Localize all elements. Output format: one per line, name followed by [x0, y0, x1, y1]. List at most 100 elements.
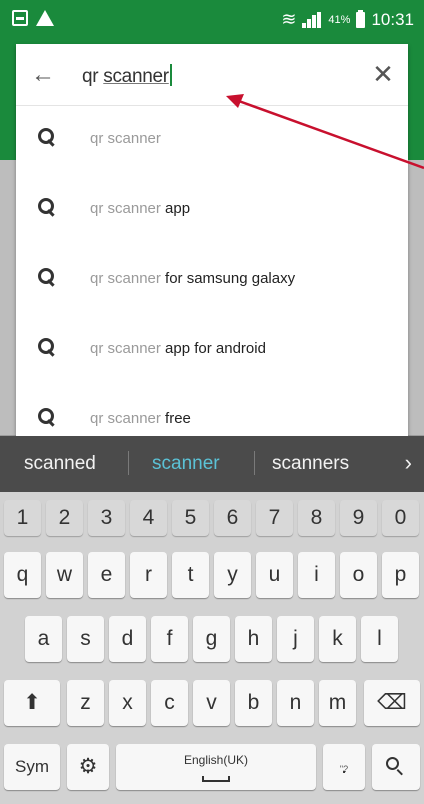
search-input[interactable]: qr scanner — [82, 64, 172, 88]
key-n[interactable]: n — [277, 680, 314, 726]
back-arrow-icon[interactable]: ← — [28, 60, 58, 90]
key-8-label: 8 — [310, 506, 323, 529]
key-e-label: e — [100, 563, 113, 586]
key-0[interactable]: 0 — [382, 500, 419, 536]
suggestion-item[interactable]: qr scanner for samsung galaxy — [16, 246, 408, 316]
key-p-label: p — [394, 563, 407, 586]
sym-key[interactable]: Sym — [4, 744, 60, 790]
key-r-label: r — [145, 563, 152, 586]
key-k[interactable]: k — [319, 616, 356, 662]
search-icon — [38, 198, 56, 216]
space-bar[interactable]: English(UK) — [116, 744, 316, 790]
key-a-label: a — [37, 627, 50, 650]
key-7-label: 7 — [268, 506, 281, 529]
search-icon — [38, 338, 56, 356]
key-e[interactable]: e — [88, 552, 125, 598]
key-i[interactable]: i — [298, 552, 335, 598]
key-r[interactable]: r — [130, 552, 167, 598]
search-icon — [386, 757, 404, 776]
key-o-label: o — [352, 563, 365, 586]
key-1-label: 1 — [16, 506, 29, 529]
backspace-key[interactable]: ⌫ — [364, 680, 420, 726]
search-key[interactable] — [372, 744, 420, 790]
key-5[interactable]: 5 — [172, 500, 209, 536]
search-icon — [38, 128, 56, 146]
key-n-label: n — [289, 691, 302, 714]
key-s[interactable]: s — [67, 616, 104, 662]
key-u[interactable]: u — [256, 552, 293, 598]
warning-icon — [36, 10, 54, 26]
search-bar: ← qr scanner ✕ — [16, 44, 408, 106]
settings-key[interactable]: ⚙ ··· — [67, 744, 109, 790]
key-k-label: k — [332, 627, 343, 650]
key-w[interactable]: w — [46, 552, 83, 598]
key-z[interactable]: z — [67, 680, 104, 726]
clear-icon[interactable]: ✕ — [368, 59, 398, 89]
key-h-label: h — [247, 627, 260, 650]
divider — [254, 451, 255, 475]
key-3[interactable]: 3 — [88, 500, 125, 536]
key-a[interactable]: a — [25, 616, 62, 662]
key-x[interactable]: x — [109, 680, 146, 726]
suggestion-prefix: qr scanner — [90, 130, 161, 147]
key-b[interactable]: b — [235, 680, 272, 726]
key-8[interactable]: 8 — [298, 500, 335, 536]
key-d-label: d — [121, 627, 134, 650]
query-prefix: qr — [82, 66, 104, 87]
key-l[interactable]: l — [361, 616, 398, 662]
suggestion-suffix: app for android — [160, 340, 266, 357]
key-o[interactable]: o — [340, 552, 377, 598]
suggestion-prefix: qr scanner — [90, 200, 161, 217]
key-u-label: u — [268, 563, 281, 586]
key-c[interactable]: c — [151, 680, 188, 726]
key-7[interactable]: 7 — [256, 500, 293, 536]
suggestion-prefix: qr scanner — [90, 270, 161, 287]
shift-key[interactable]: ⬆ — [4, 680, 60, 726]
chevron-right-icon[interactable]: › — [405, 450, 412, 476]
suggestion-prefix: qr scanner — [90, 410, 161, 427]
suggestion-suffix: for samsung galaxy — [160, 270, 296, 287]
word-suggestion-strip: scanned scanner scanners › — [0, 436, 424, 492]
sym-key-label: Sym — [15, 757, 49, 776]
suggestion-prefix: qr scanner — [90, 340, 161, 357]
key-4[interactable]: 4 — [130, 500, 167, 536]
key-t[interactable]: t — [172, 552, 209, 598]
key-j-label: j — [293, 627, 298, 650]
key-h[interactable]: h — [235, 616, 272, 662]
key-f[interactable]: f — [151, 616, 188, 662]
key-q-label: q — [16, 563, 29, 586]
key-s-label: s — [80, 627, 91, 650]
key-m[interactable]: m — [319, 680, 356, 726]
key-y[interactable]: y — [214, 552, 251, 598]
key-v[interactable]: v — [193, 680, 230, 726]
alt-chars: "? — [339, 764, 349, 774]
keyboard: 1 2 3 4 5 6 7 8 9 0 q w e r t y u i o p a s d f g h j k l ⬆ z x c v b n m ⌫ Sy… — [0, 492, 424, 804]
key-2[interactable]: 2 — [46, 500, 83, 536]
suggestion-item[interactable]: qr scanner — [16, 106, 408, 176]
suggestion-item[interactable]: qr scanner app for android — [16, 316, 408, 386]
key-l-label: l — [377, 627, 382, 650]
key-d[interactable]: d — [109, 616, 146, 662]
key-g[interactable]: g — [193, 616, 230, 662]
word-suggestion[interactable]: scanners — [272, 453, 349, 475]
status-bar: ≋ 41% 10:31 — [0, 0, 424, 40]
key-9[interactable]: 9 — [340, 500, 377, 536]
suggestion-item[interactable]: qr scanner free — [16, 386, 408, 436]
key-j[interactable]: j — [277, 616, 314, 662]
wifi-icon: ≋ — [281, 9, 297, 29]
key-p[interactable]: p — [382, 552, 419, 598]
key-6[interactable]: 6 — [214, 500, 251, 536]
key-6-label: 6 — [226, 506, 239, 529]
word-suggestion[interactable]: scanned — [24, 453, 96, 475]
word-suggestion-highlighted[interactable]: scanner — [152, 453, 220, 475]
battery-icon — [356, 9, 366, 28]
key-0-label: 0 — [394, 506, 407, 529]
search-panel: ← qr scanner ✕ qr scanner qr scanner app… — [16, 44, 408, 436]
key-3-label: 3 — [100, 506, 113, 529]
key-q[interactable]: q — [4, 552, 41, 598]
key-9-label: 9 — [352, 506, 365, 529]
space-bar-label: English(UK) — [183, 753, 249, 767]
suggestion-item[interactable]: qr scanner app — [16, 176, 408, 246]
period-key[interactable]: . "? — [323, 744, 365, 790]
key-1[interactable]: 1 — [4, 500, 41, 536]
